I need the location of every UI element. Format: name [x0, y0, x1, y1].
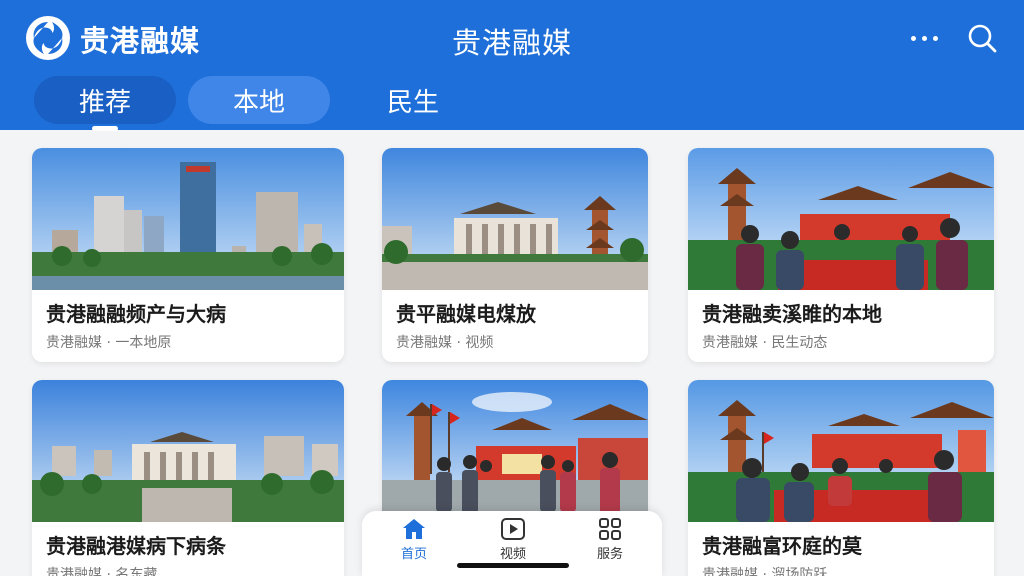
card-thumbnail	[382, 148, 648, 290]
nav-video[interactable]: 视频	[473, 517, 553, 563]
card-thumbnail	[32, 380, 344, 522]
category-tabs: 推荐 本地 民生	[34, 76, 484, 131]
card-title: 贵港融卖溪睢的本地	[702, 302, 882, 326]
tab-livelihood[interactable]: 民生	[342, 76, 484, 124]
nav-services[interactable]: 服务	[570, 517, 650, 563]
news-card[interactable]: 贵平融媒电煤放 贵港融媒 · 视频	[382, 148, 648, 362]
nav-video-label: 视频	[499, 547, 526, 562]
app-header: 贵港融媒 贵港融媒 推荐 本地 民生	[0, 0, 1024, 131]
nav-services-label: 服务	[596, 547, 623, 562]
home-icon	[403, 519, 425, 539]
page-title: 贵港融媒	[451, 26, 572, 60]
grid-icon	[599, 518, 621, 540]
card-thumbnail	[688, 148, 994, 290]
news-card[interactable]: 贵港融富环庭的莫 贵港融媒 · 溜场防跃	[688, 380, 994, 576]
card-title: 贵港融融频产与大病	[46, 302, 226, 326]
more-horizontal-icon[interactable]	[904, 26, 944, 50]
card-thumbnail	[688, 380, 994, 522]
tab-recommended[interactable]: 推荐	[34, 76, 176, 131]
card-thumbnail	[382, 380, 648, 522]
card-meta: 贵港融媒 · 一本地原	[46, 335, 172, 351]
nav-home-label: 首页	[400, 547, 427, 562]
card-meta: 贵港融媒 · 名东藏	[46, 567, 158, 576]
card-thumbnail	[32, 148, 344, 290]
news-card[interactable]: 贵港融融频产与大病 贵港融媒 · 一本地原	[32, 148, 344, 362]
card-title: 贵港融富环庭的莫	[702, 534, 862, 558]
home-indicator[interactable]	[457, 563, 569, 568]
card-meta: 贵港融媒 · 溜场防跃	[702, 567, 828, 576]
news-card[interactable]: 贵港融卖溪睢的本地 贵港融媒 · 民生动态	[688, 148, 994, 362]
card-title: 贵港融港媒病下病条	[46, 534, 226, 558]
card-meta: 贵港融媒 · 民生动态	[702, 335, 828, 351]
card-title: 贵平融媒电煤放	[396, 302, 536, 326]
tab-local[interactable]: 本地	[188, 76, 330, 124]
bottom-navigation: 首页 视频 服务	[362, 511, 662, 576]
play-icon	[501, 518, 525, 540]
search-icon[interactable]	[966, 22, 998, 54]
news-card[interactable]: 贵港融港媒病下病条 贵港融媒 · 名东藏	[32, 380, 344, 576]
nav-home[interactable]: 首页	[374, 517, 454, 563]
card-meta: 贵港融媒 · 视频	[396, 335, 494, 351]
